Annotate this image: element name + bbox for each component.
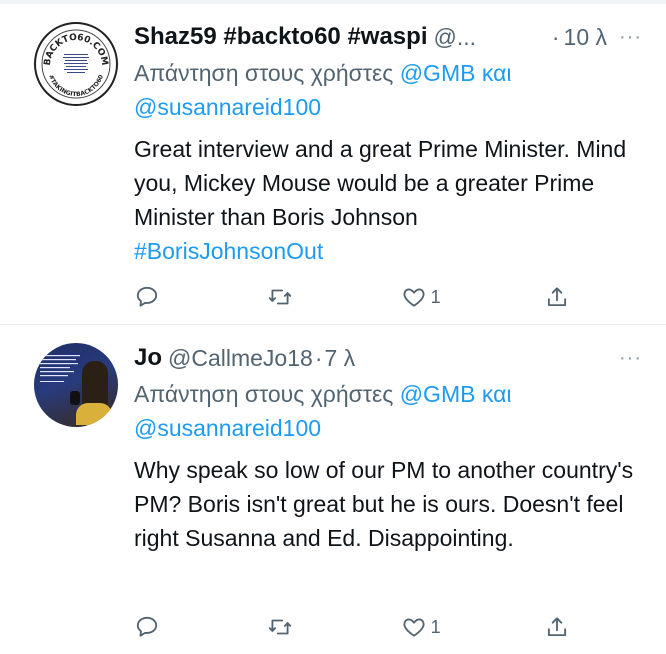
tweet[interactable]: Jo @CallmeJo18 · 7 λ ··· Απάντηση στους …	[0, 325, 666, 654]
user-handle[interactable]: @CallmeJo18	[168, 345, 313, 372]
hashtag-link[interactable]: #BorisJohnsonOut	[134, 238, 323, 264]
more-options-icon[interactable]: ···	[619, 26, 642, 49]
share-button[interactable]	[544, 614, 570, 640]
tweet-actions: 1	[134, 614, 570, 640]
reply-prefix: Απάντηση στους χρήστες	[134, 381, 394, 407]
retweet-button[interactable]	[267, 614, 297, 640]
share-icon	[547, 617, 567, 637]
reply-icon	[136, 286, 158, 307]
tweet-text: Why speak so low of our PM to another co…	[134, 453, 642, 555]
heart-icon	[403, 618, 425, 637]
reply-prefix: Απάντηση στους χρήστες	[134, 60, 394, 86]
avatar-photo-icon	[40, 355, 80, 382]
like-count: 1	[430, 286, 441, 307]
share-button[interactable]	[544, 284, 570, 310]
retweet-icon	[269, 619, 292, 635]
reply-icon	[136, 616, 158, 637]
like-button[interactable]: 1	[401, 284, 441, 310]
more-options-icon[interactable]: ···	[619, 347, 642, 370]
like-count: 1	[430, 616, 441, 637]
avatar-dress	[76, 403, 112, 425]
mention-link[interactable]: @susannareid100	[134, 94, 321, 120]
tweet-body: Great interview and a great Prime Minist…	[134, 136, 627, 230]
reply-and: και	[481, 60, 512, 86]
separator: ·	[551, 23, 560, 50]
mention-link[interactable]: @GMB	[400, 381, 476, 407]
heart-icon	[403, 288, 425, 307]
microphone-icon	[70, 391, 80, 405]
tweet-header: Shaz59 #backto60 #waspi @... · 10 λ ···	[134, 22, 642, 52]
timestamp[interactable]: 7 λ	[324, 345, 355, 372]
avatar[interactable]: BACKTO60.COM #TAKINGITBACKTO60	[34, 22, 118, 106]
mention-link[interactable]: @susannareid100	[134, 415, 321, 441]
display-name[interactable]: Shaz59 #backto60 #waspi	[134, 23, 427, 51]
like-button[interactable]: 1	[401, 614, 441, 640]
retweet-icon	[269, 289, 292, 305]
separator: ·	[314, 344, 323, 371]
reply-button[interactable]	[134, 614, 164, 640]
tweet-header: Jo @CallmeJo18 · 7 λ ···	[134, 343, 642, 373]
display-name[interactable]: Jo	[134, 344, 162, 372]
tweet-content: Jo @CallmeJo18 · 7 λ ··· Απάντηση στους …	[118, 343, 642, 654]
tweet-actions: 1	[134, 284, 570, 310]
avatar-figure	[82, 361, 108, 409]
avatar-logo-icon: BACKTO60.COM #TAKINGITBACKTO60	[41, 29, 111, 99]
user-handle[interactable]: @...	[433, 24, 476, 51]
tweet-body: Why speak so low of our PM to another co…	[134, 457, 634, 551]
tweet[interactable]: BACKTO60.COM #TAKINGITBACKTO60 Shaz59 #b…	[0, 4, 666, 325]
avatar[interactable]	[34, 343, 118, 427]
tweet-content: Shaz59 #backto60 #waspi @... · 10 λ ··· …	[118, 22, 642, 324]
reply-context: Απάντηση στους χρήστες @GMB και @susanna…	[134, 377, 642, 445]
svg-text:#TAKINGITBACKTO60: #TAKINGITBACKTO60	[47, 74, 105, 98]
tweet-text: Great interview and a great Prime Minist…	[134, 132, 642, 268]
svg-text:BACKTO60.COM: BACKTO60.COM	[43, 33, 109, 67]
mention-link[interactable]: @GMB	[400, 60, 476, 86]
reply-and: και	[481, 381, 512, 407]
share-icon	[547, 287, 567, 307]
reply-button[interactable]	[134, 284, 164, 310]
retweet-button[interactable]	[267, 284, 297, 310]
timestamp[interactable]: 10 λ	[564, 24, 607, 51]
avatar-picture	[40, 353, 84, 393]
reply-context: Απάντηση στους χρήστες @GMB και @susanna…	[134, 56, 642, 124]
